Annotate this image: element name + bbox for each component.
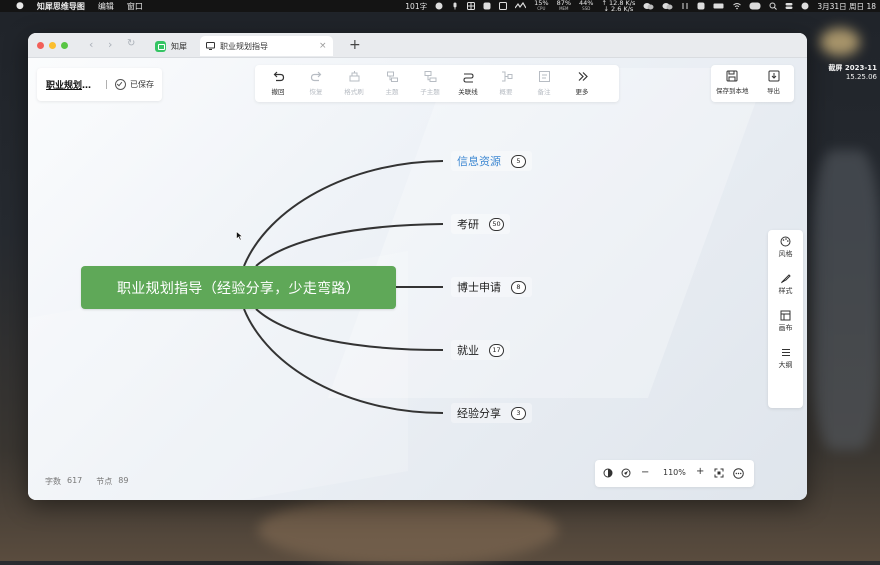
zoom-controls: − 110% + xyxy=(595,460,754,487)
canvas-settings-label: 画布 xyxy=(778,324,793,332)
zoom-level[interactable]: 110% xyxy=(663,468,686,477)
branch-topic[interactable]: 考研 50 xyxy=(451,214,510,234)
desktop-screenshot-label[interactable]: 截屏 2023-11 15.25.06 xyxy=(828,64,877,82)
fit-screen-icon[interactable] xyxy=(714,468,724,478)
zoom-in-button[interactable]: + xyxy=(696,466,704,477)
mouse-cursor-icon xyxy=(236,231,243,241)
screenshot-time: 15.25.06 xyxy=(845,73,877,81)
side-panel: 风格 样式 画布 大纲 xyxy=(768,230,803,408)
close-window-button[interactable] xyxy=(37,42,44,49)
screenshot-title: 截屏 2023-11 xyxy=(828,64,877,72)
word-count-value: 617 xyxy=(67,476,83,485)
node-style-label: 样式 xyxy=(778,287,793,295)
wechat-icon[interactable] xyxy=(662,2,673,10)
status-app-icon[interactable] xyxy=(499,2,508,10)
desktop-light-blob xyxy=(820,28,860,56)
node-count-label: 节点 xyxy=(96,477,113,486)
app-logo-icon xyxy=(155,40,166,52)
title-bar: ‹ › ↻ 知犀 职业规划指导 × + xyxy=(28,33,807,58)
wifi-icon[interactable] xyxy=(733,2,742,10)
branch-topic[interactable]: 就业 17 xyxy=(451,340,510,360)
child-count-badge[interactable]: 5 xyxy=(511,154,526,168)
document-stats: 字数 617 节点 89 xyxy=(45,476,128,487)
desktop-light-blob xyxy=(258,495,558,565)
canvas-icon xyxy=(780,310,791,321)
branch-topic[interactable]: 信息资源 5 xyxy=(451,151,532,171)
child-count-badge[interactable]: 50 xyxy=(489,217,504,231)
activity-icon[interactable] xyxy=(514,1,527,10)
connector-line xyxy=(255,223,444,267)
control-center-icon[interactable] xyxy=(785,2,793,10)
connector-line xyxy=(243,308,444,414)
menu-app-name[interactable]: 知犀思维导图 xyxy=(37,1,85,12)
monitor-icon xyxy=(206,42,215,50)
menu-datetime[interactable]: 3月31日 周日 18 xyxy=(817,1,876,12)
new-tab-button[interactable]: + xyxy=(349,37,361,53)
theme-style-label: 风格 xyxy=(778,250,793,258)
apple-icon[interactable]: ● xyxy=(16,1,24,11)
branch-label: 信息资源 xyxy=(457,155,501,168)
tab-home-label: 知犀 xyxy=(171,41,187,51)
list-icon xyxy=(782,349,790,356)
cpu-usage[interactable]: 15% CPU xyxy=(534,0,548,12)
branch-label: 经验分享 xyxy=(457,407,501,420)
status-app-icon[interactable] xyxy=(697,2,705,10)
status-app-icon[interactable] xyxy=(483,2,491,10)
search-icon[interactable] xyxy=(769,2,778,10)
grid-app-icon[interactable] xyxy=(467,2,476,10)
control-center-icon[interactable] xyxy=(749,2,761,10)
branch-label: 就业 xyxy=(457,344,479,357)
locate-icon[interactable] xyxy=(621,468,631,478)
child-count-badge[interactable]: 17 xyxy=(489,343,504,357)
theme-style-button[interactable]: 风格 xyxy=(768,236,803,259)
palette-icon xyxy=(780,236,791,247)
emoji-icon[interactable] xyxy=(435,2,443,10)
wechat-icon[interactable] xyxy=(643,2,654,10)
root-topic[interactable]: 职业规划指导（经验分享，少走弯路） xyxy=(81,266,396,309)
tab-home[interactable]: 知犀 xyxy=(155,36,187,56)
word-count-status[interactable]: 101字 xyxy=(405,1,427,12)
zoom-out-button[interactable]: − xyxy=(641,467,649,478)
microphone-icon[interactable] xyxy=(451,2,459,10)
node-style-button[interactable]: 样式 xyxy=(768,273,803,296)
branch-label: 博士申请 xyxy=(457,281,501,294)
siri-icon[interactable] xyxy=(801,2,809,10)
node-count-value: 89 xyxy=(118,476,129,485)
child-count-badge[interactable]: 3 xyxy=(511,406,526,420)
ssd-usage[interactable]: 44% SSD xyxy=(579,0,593,12)
connector-line xyxy=(255,308,444,351)
canvas-settings-button[interactable]: 画布 xyxy=(768,310,803,333)
back-icon[interactable]: ‹ xyxy=(89,38,93,51)
battery-icon[interactable] xyxy=(713,2,725,10)
network-speed[interactable]: ↑ 12.8 K/s ↓ 2.6 K/s xyxy=(601,0,635,12)
airdrop-icon[interactable] xyxy=(681,2,689,10)
brush-icon xyxy=(781,274,791,284)
child-count-badge[interactable]: 8 xyxy=(511,280,526,294)
branch-label: 考研 xyxy=(457,218,479,231)
menu-bar: ● 知犀思维导图 编辑 窗口 101字 15% CPU 87% MEM 44% SSD… xyxy=(0,0,880,12)
menu-window[interactable]: 窗口 xyxy=(127,1,143,12)
app-window: ‹ › ↻ 知犀 职业规划指导 × + 职业规划指导（经验分享，少走弯路） | … xyxy=(28,33,807,500)
branch-topic[interactable]: 经验分享 3 xyxy=(451,403,532,423)
menu-edit[interactable]: 编辑 xyxy=(98,1,114,12)
mindmap-canvas[interactable]: 职业规划指导（经验分享，少走弯路） | 已保存 撤回 恢复 格式刷 主题 xyxy=(28,58,807,500)
minimize-window-button[interactable] xyxy=(49,42,56,49)
outline-label: 大纲 xyxy=(778,361,793,369)
branch-topic[interactable]: 博士申请 8 xyxy=(451,277,532,297)
theme-toggle-icon[interactable] xyxy=(603,468,613,478)
memory-usage[interactable]: 87% MEM xyxy=(557,0,571,12)
tab-document[interactable]: 职业规划指导 × xyxy=(200,36,333,56)
forward-icon[interactable]: › xyxy=(108,38,112,51)
more-options-icon[interactable] xyxy=(733,468,744,479)
tab-close-icon[interactable]: × xyxy=(319,41,327,51)
desktop-light-blob xyxy=(812,150,880,450)
word-count-label: 字数 xyxy=(45,477,61,486)
reload-icon[interactable]: ↻ xyxy=(127,38,135,49)
zoom-window-button[interactable] xyxy=(61,42,68,49)
outline-button[interactable]: 大纲 xyxy=(768,347,803,370)
tab-document-label: 职业规划指导 xyxy=(220,41,268,51)
connector-line xyxy=(243,160,444,267)
